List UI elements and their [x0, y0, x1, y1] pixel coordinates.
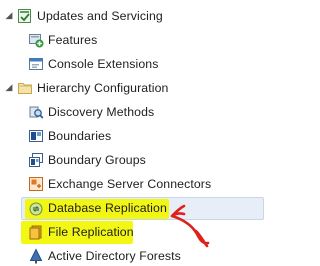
- tree-node-label: Discovery Methods: [48, 105, 155, 119]
- exchange-connector-icon: [28, 176, 44, 192]
- tree-node-label: Boundaries: [48, 129, 112, 143]
- tree-node-label: File Replication: [48, 225, 134, 239]
- file-replication-icon: [28, 224, 44, 240]
- tree-node-label: Boundary Groups: [48, 153, 146, 167]
- tree-node-database-replication[interactable]: Database Replication: [0, 197, 269, 219]
- tree-node-label: Updates and Servicing: [37, 9, 163, 23]
- tree-node-label: Active Directory Forests: [48, 249, 181, 263]
- console-extensions-icon: [28, 56, 44, 72]
- tree-node-console-extensions[interactable]: Console Extensions: [0, 53, 269, 75]
- tree-node-updates-and-servicing[interactable]: ◢ Updates and Servicing: [0, 5, 269, 27]
- folder-icon: [17, 80, 33, 96]
- tree-node-file-replication[interactable]: File Replication: [0, 221, 269, 243]
- tree-node-boundary-groups[interactable]: Boundary Groups: [0, 149, 269, 171]
- tree-node-boundaries[interactable]: Boundaries: [0, 125, 269, 147]
- updates-servicing-icon: [17, 8, 33, 24]
- tree-node-label: Database Replication: [48, 201, 167, 215]
- boundaries-icon: [28, 128, 44, 144]
- console-navigation-tree: ◢ Updates and Servicing Features Console…: [0, 0, 269, 266]
- tree-node-exchange-server-connectors[interactable]: Exchange Server Connectors: [0, 173, 269, 195]
- boundary-groups-icon: [28, 152, 44, 168]
- tree-node-discovery-methods[interactable]: Discovery Methods: [0, 101, 269, 123]
- collapse-arrow-icon[interactable]: ◢: [4, 82, 14, 93]
- features-icon: [28, 32, 44, 48]
- database-replication-icon: [28, 200, 44, 216]
- tree-node-label: Exchange Server Connectors: [48, 177, 212, 191]
- tree-node-hierarchy-configuration[interactable]: ◢ Hierarchy Configuration: [0, 77, 269, 99]
- tree-node-features[interactable]: Features: [0, 29, 269, 51]
- tree-node-active-directory-forests[interactable]: Active Directory Forests: [0, 245, 269, 266]
- discovery-methods-icon: [28, 104, 44, 120]
- tree-node-label: Console Extensions: [48, 57, 159, 71]
- active-directory-forest-icon: [28, 248, 44, 264]
- collapse-arrow-icon[interactable]: ◢: [4, 10, 14, 21]
- tree-node-label: Features: [48, 33, 98, 47]
- tree-node-label: Hierarchy Configuration: [37, 81, 169, 95]
